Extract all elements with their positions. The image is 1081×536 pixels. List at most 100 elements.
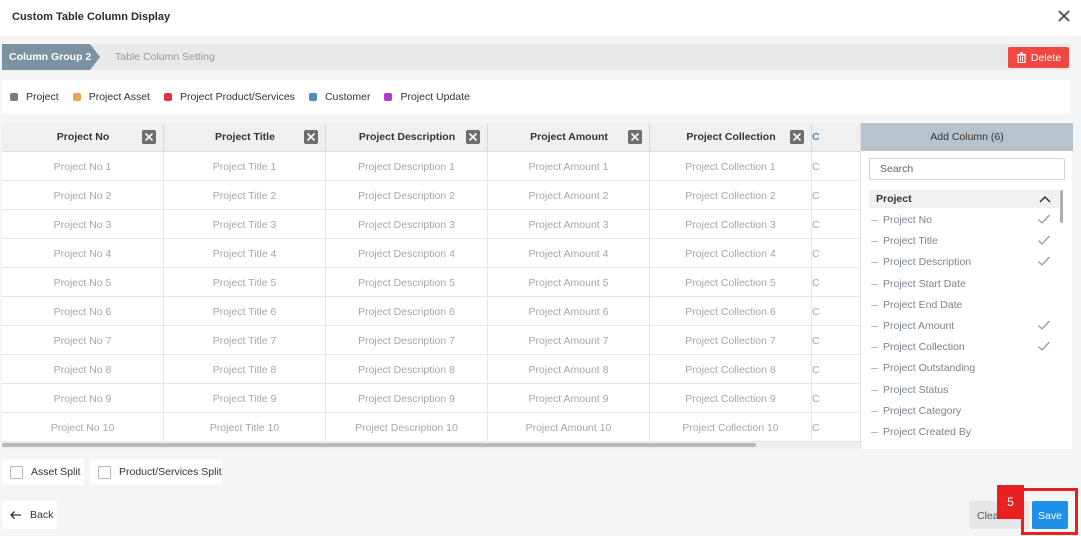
remove-column-icon[interactable] — [142, 130, 156, 144]
table-cell: Project Title 2 — [164, 181, 326, 210]
table-cell: Project Description 6 — [326, 297, 488, 326]
legend-item: Project Product/Services — [163, 91, 295, 103]
table-cell: Project Description 2 — [326, 181, 488, 210]
column-option[interactable]: Project Collection — [869, 336, 1059, 357]
column-header-label: Project Description — [358, 131, 456, 143]
group-tab-bar: Column Group 2 Table Column Setting Dele… — [2, 44, 1070, 70]
back-button[interactable]: Back — [2, 501, 57, 529]
column-option-label: Project Collection — [883, 341, 965, 354]
table-cell: Project Collection 10 — [650, 413, 812, 442]
column-option[interactable]: Project Status — [869, 379, 1059, 400]
column-header-label: Project No — [56, 131, 110, 143]
table-cell: Project Description 10 — [326, 413, 488, 442]
table-row: Project No 10 Project Title 10 Project Des… — [2, 413, 860, 442]
trash-icon — [1016, 52, 1026, 63]
table-row: Project No 9 Project Title 9 Project Descr… — [2, 384, 860, 413]
column-option-label: Project Amount — [883, 320, 955, 332]
remove-column-icon[interactable] — [790, 130, 804, 144]
table-cell: Project Collection 4 — [650, 239, 812, 268]
table-cell: Project Amount 10 — [488, 413, 650, 442]
checkbox-icon — [10, 465, 23, 479]
column-option[interactable]: Project Amount — [869, 315, 1059, 336]
table-cell: Project No 2 — [2, 181, 164, 210]
table-cell: Project Collection 1 — [650, 152, 812, 181]
column-option[interactable]: Project No — [869, 209, 1059, 230]
table-row: Project No 5 Project Title 5 Project Descr… — [2, 268, 860, 297]
legend-color-swatch — [384, 93, 393, 101]
column-option[interactable]: Project End Date — [869, 294, 1059, 315]
table-cell: C — [812, 152, 860, 181]
column-header: Project Amount — [488, 123, 650, 152]
table-row: Project No 2 Project Title 2 Project Descr… — [2, 181, 860, 210]
column-header-label: Project Amount — [530, 131, 608, 143]
table-cell: Project Description 8 — [326, 355, 488, 384]
table-cell: Project Title 3 — [164, 210, 326, 239]
table-cell: Project Amount 1 — [488, 152, 650, 181]
table-cell: Project Title 6 — [164, 297, 326, 326]
tab-table-column-setting[interactable]: Table Column Setting — [115, 51, 215, 63]
table-row: Project No 8 Project Title 8 Project Descr… — [2, 355, 860, 384]
add-column-panel: Add Column (6) Project Project NoProject… — [860, 123, 1073, 449]
column-header-label: Project Title — [215, 131, 275, 143]
asset-split-checkbox[interactable]: Asset Split — [2, 459, 84, 485]
column-option[interactable]: Project Created By — [869, 421, 1059, 442]
legend-label: Customer — [324, 91, 371, 103]
table-cell: Project Collection 5 — [650, 268, 812, 297]
tab-column-group[interactable]: Column Group 2 — [2, 44, 100, 70]
delete-label: Delete — [1030, 51, 1062, 64]
dialog-title: Custom Table Column Display — [12, 11, 171, 23]
back-label: Back — [30, 509, 54, 521]
table-cell: Project Description 1 — [326, 152, 488, 181]
remove-column-icon[interactable] — [304, 130, 318, 144]
delete-button[interactable]: Delete — [1008, 47, 1069, 68]
table-cell: Project Description 3 — [326, 210, 488, 239]
column-option[interactable]: Project Description — [869, 251, 1059, 272]
table-cell: C — [812, 413, 860, 442]
table-cell: Project Collection 6 — [650, 297, 812, 326]
column-header: Project Description — [326, 123, 488, 152]
table-row: Project No 1 Project Title 1 Project Descr… — [2, 152, 860, 181]
legend-color-swatch — [163, 93, 172, 101]
table-cell: C — [812, 384, 860, 413]
table-cell: Project Title 8 — [164, 355, 326, 384]
column-option[interactable]: Project Start Date — [869, 273, 1059, 294]
table-cell: Project Amount 7 — [488, 326, 650, 355]
product-split-checkbox[interactable]: Product/Services Split — [90, 459, 222, 485]
save-button[interactable]: Save — [1032, 501, 1068, 529]
legend-item: Project Update — [384, 91, 470, 103]
table-cell: C — [812, 297, 860, 326]
column-option[interactable]: Project Title — [869, 230, 1059, 251]
table-cell: Project No 9 — [2, 384, 164, 413]
remove-column-icon[interactable] — [466, 130, 480, 144]
remove-column-icon[interactable] — [628, 130, 642, 144]
table-cell: Project Amount 4 — [488, 239, 650, 268]
table-cell: Project Collection 7 — [650, 326, 812, 355]
table-cell: C — [812, 210, 860, 239]
check-icon — [1038, 341, 1050, 352]
table-cell: Project Amount 9 — [488, 384, 650, 413]
column-header: C — [812, 123, 860, 152]
table-cell: Project No 3 — [2, 210, 164, 239]
column-header-label: Project Collection — [686, 131, 776, 143]
check-icon — [1038, 320, 1050, 330]
table-cell: Project Title 1 — [164, 152, 326, 181]
checkbox-icon — [98, 465, 111, 479]
column-option[interactable]: Project Category — [869, 400, 1059, 421]
table-cell: Project Collection 8 — [650, 355, 812, 384]
column-option[interactable]: Project Outstanding — [869, 357, 1059, 378]
close-icon[interactable] — [1056, 8, 1072, 24]
table-cell: Project Amount 8 — [488, 355, 650, 384]
column-option-label: Project Start Date — [883, 277, 966, 290]
table-cell: Project Description 4 — [326, 239, 488, 268]
table-cell: Project No 8 — [2, 355, 164, 384]
column-option-label: Project Outstanding — [883, 362, 976, 375]
dialog-header: Custom Table Column Display — [0, 0, 1081, 36]
table-cell: Project Title 5 — [164, 268, 326, 297]
column-header-label: C — [812, 131, 820, 143]
horizontal-scrollbar[interactable] — [2, 442, 860, 449]
table-cell: C — [812, 326, 860, 355]
column-header: Project No — [2, 123, 164, 152]
horizontal-scrollbar-thumb[interactable] — [2, 443, 756, 447]
column-option-label: Project Created By — [883, 426, 972, 438]
column-options-list: Project No Project Title Project Descripti… — [861, 123, 1073, 449]
